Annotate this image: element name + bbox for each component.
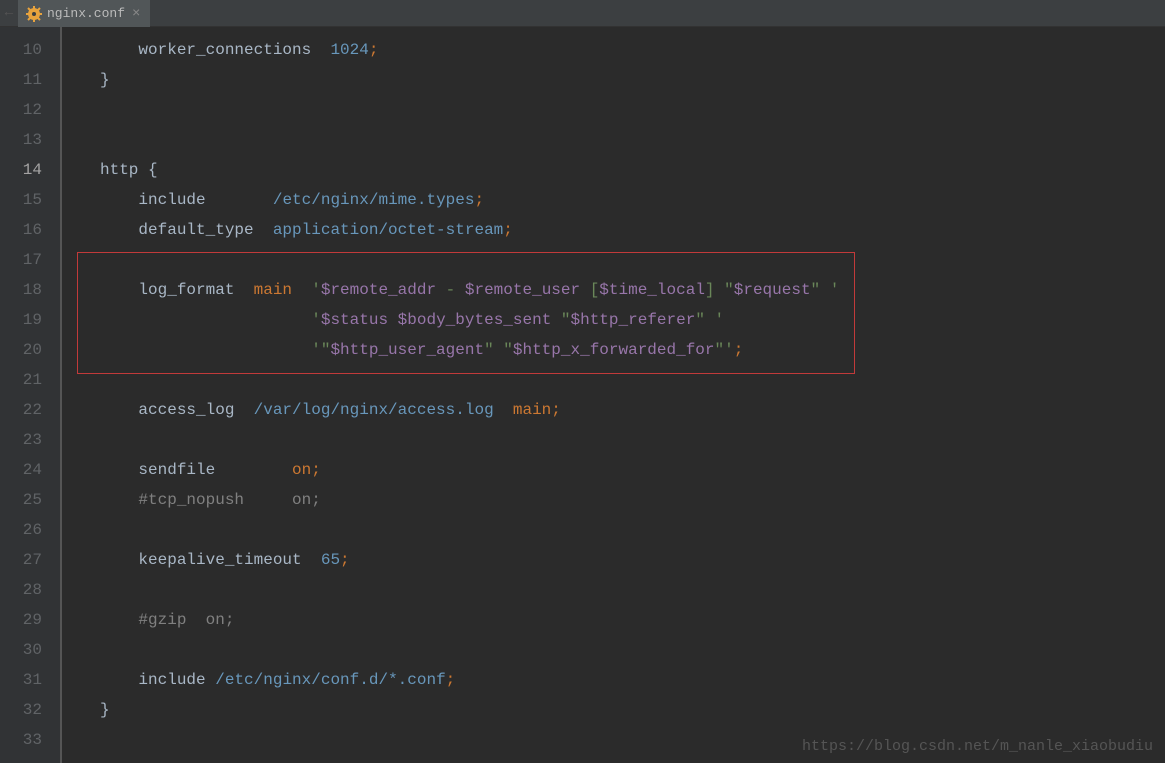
line-number[interactable]: 30 [0,635,42,665]
line-number[interactable]: 14 [0,155,42,185]
settings-gear-icon [26,6,42,22]
code-line[interactable] [62,95,1165,125]
tab-close-icon[interactable]: × [130,6,142,22]
line-number[interactable]: 18 [0,275,42,305]
line-number[interactable]: 27 [0,545,42,575]
line-number[interactable]: 24 [0,455,42,485]
line-number[interactable]: 13 [0,125,42,155]
tab-bar: ← nginx.conf × [0,0,1165,27]
line-number[interactable]: 22 [0,395,42,425]
code-line[interactable]: keepalive_timeout 65; [62,545,1165,575]
line-number[interactable]: 23 [0,425,42,455]
line-number[interactable]: 20 [0,335,42,365]
code-area[interactable]: worker_connections 1024; } http { includ… [60,27,1165,763]
file-tab[interactable]: nginx.conf × [18,0,150,27]
code-line[interactable]: '"$http_user_agent" "$http_x_forwarded_f… [62,335,1165,365]
code-line[interactable]: } [62,65,1165,95]
tab-filename: nginx.conf [47,6,125,21]
code-line[interactable]: sendfile on; [62,455,1165,485]
code-line[interactable] [62,245,1165,275]
line-number[interactable]: 28 [0,575,42,605]
line-number[interactable]: 10 [0,35,42,65]
line-gutter: 10 11 12 13 14 15 16 17 18 19 20 21 22 2… [0,27,60,763]
code-line[interactable]: default_type application/octet-stream; [62,215,1165,245]
line-number[interactable]: 25 [0,485,42,515]
code-line[interactable]: access_log /var/log/nginx/access.log mai… [62,395,1165,425]
watermark-text: https://blog.csdn.net/m_nanle_xiaobudiu [802,738,1153,755]
code-line[interactable] [62,515,1165,545]
code-line[interactable]: include /etc/nginx/conf.d/*.conf; [62,665,1165,695]
code-line[interactable]: http { [62,155,1165,185]
line-number[interactable]: 19 [0,305,42,335]
code-line[interactable]: } [62,695,1165,725]
back-arrow-icon[interactable]: ← [0,0,18,26]
line-number[interactable]: 16 [0,215,42,245]
line-number[interactable]: 11 [0,65,42,95]
line-number[interactable]: 26 [0,515,42,545]
line-number[interactable]: 17 [0,245,42,275]
line-number[interactable]: 29 [0,605,42,635]
code-line[interactable]: log_format main '$remote_addr - $remote_… [62,275,1165,305]
code-line[interactable] [62,365,1165,395]
editor: 10 11 12 13 14 15 16 17 18 19 20 21 22 2… [0,27,1165,763]
code-line[interactable]: worker_connections 1024; [62,35,1165,65]
code-line[interactable] [62,635,1165,665]
line-number[interactable]: 31 [0,665,42,695]
line-number[interactable]: 15 [0,185,42,215]
code-line[interactable]: include /etc/nginx/mime.types; [62,185,1165,215]
code-line[interactable]: '$status $body_bytes_sent "$http_referer… [62,305,1165,335]
line-number[interactable]: 21 [0,365,42,395]
code-line[interactable] [62,575,1165,605]
code-line[interactable]: #gzip on; [62,605,1165,635]
code-line[interactable]: #tcp_nopush on; [62,485,1165,515]
code-line[interactable] [62,425,1165,455]
line-number[interactable]: 33 [0,725,42,755]
line-number[interactable]: 12 [0,95,42,125]
line-number[interactable]: 32 [0,695,42,725]
code-line[interactable] [62,125,1165,155]
